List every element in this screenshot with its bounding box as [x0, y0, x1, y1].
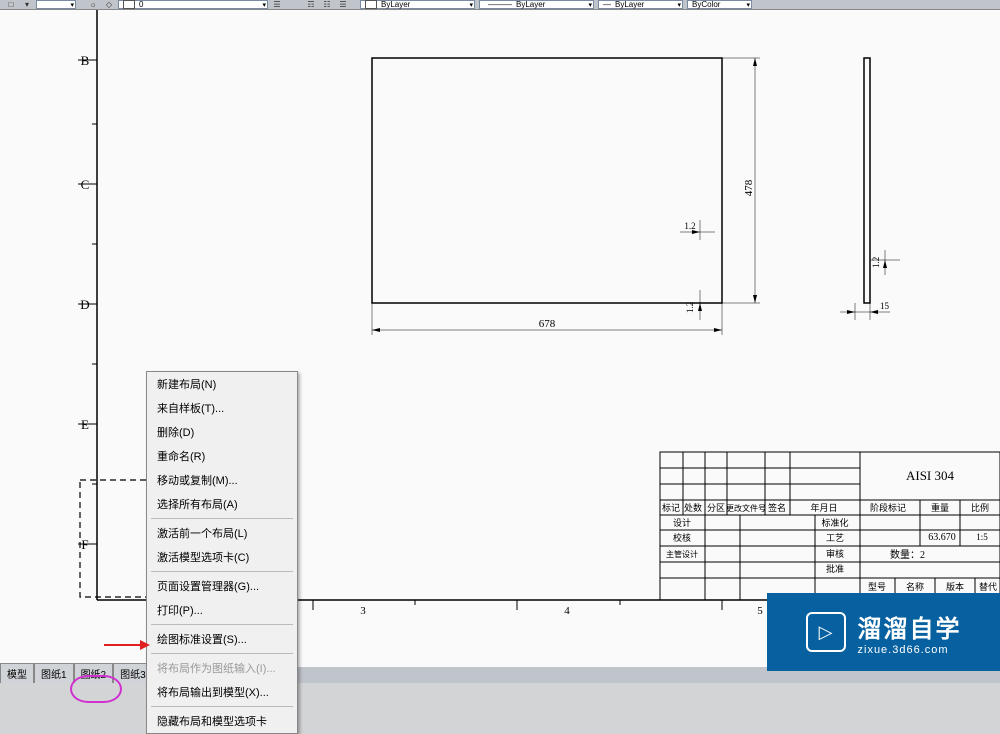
svg-text:AISI 304: AISI 304 — [906, 468, 955, 483]
linetype-dropdown[interactable]: ——— ByLayer — [479, 0, 594, 9]
menu-new-layout[interactable]: 新建布局(N) — [147, 372, 297, 396]
menu-select-all[interactable]: 选择所有布局(A) — [147, 492, 297, 516]
svg-text:1:5: 1:5 — [976, 532, 988, 542]
svg-text:更改文件号: 更改文件号 — [726, 503, 766, 513]
brand-url: zixue.3d66.com — [858, 644, 949, 656]
menu-activate-prev[interactable]: 激活前一个布局(L) — [147, 521, 297, 545]
dim-width: 678 — [539, 318, 556, 330]
color-swatch — [365, 0, 377, 9]
svg-text:标准化: 标准化 — [821, 517, 848, 528]
dashed-outline — [80, 480, 147, 597]
menu-page-setup[interactable]: 页面设置管理器(G)... — [147, 574, 297, 598]
layer-icon[interactable]: ☼ — [86, 0, 100, 9]
tab-sheet2[interactable]: 图纸2 — [74, 663, 114, 683]
svg-text:名称: 名称 — [906, 581, 924, 592]
color-swatch — [123, 0, 135, 9]
row-label: C — [81, 177, 90, 192]
svg-text:审核: 审核 — [826, 548, 844, 559]
menu-rename[interactable]: 重命名(R) — [147, 444, 297, 468]
svg-text:版本: 版本 — [946, 581, 964, 592]
menu-move-copy[interactable]: 移动或复制(M)... — [147, 468, 297, 492]
tool-icon[interactable]: □ — [4, 0, 18, 9]
layer-dropdown[interactable]: 0 — [118, 0, 268, 9]
svg-text:设计: 设计 — [673, 517, 691, 528]
tool-icon[interactable]: ▾ — [20, 0, 34, 9]
top-toolbar: □ ▾ ☼ ◇ 0 ☰ ☶ ☷ ☰ ByLayer ——— ByLayer — … — [0, 0, 1000, 10]
layer-name: 0 — [139, 0, 143, 9]
menu-separator — [151, 518, 293, 519]
svg-text:工艺: 工艺 — [826, 533, 844, 543]
layer-icon[interactable]: ◇ — [102, 0, 116, 9]
brand-overlay: ▷ 溜溜自学 zixue.3d66.com — [767, 593, 1000, 671]
menu-separator — [151, 624, 293, 625]
main-rect — [372, 58, 722, 303]
svg-text:校核: 校核 — [673, 532, 691, 543]
svg-text:比例: 比例 — [971, 502, 989, 513]
svg-text:标记: 标记 — [662, 502, 680, 513]
dim-thick: 1.2 — [685, 302, 695, 313]
side-rect — [864, 58, 870, 303]
row-label: F — [81, 537, 88, 552]
svg-text:年月日: 年月日 — [810, 502, 837, 513]
tool-icon[interactable]: ☰ — [270, 0, 284, 9]
menu-hide-tabs[interactable]: 隐藏布局和模型选项卡 — [147, 709, 297, 733]
brand-name: 溜溜自学 — [858, 609, 962, 644]
dim-fifteen: 15 — [880, 301, 890, 311]
dim-thick: 1.2 — [871, 257, 881, 268]
plotstyle-dropdown[interactable]: ByColor — [687, 0, 752, 9]
tab-sheet1[interactable]: 图纸1 — [34, 663, 74, 683]
dd-label: ByColor — [692, 0, 720, 9]
menu-delete[interactable]: 删除(D) — [147, 420, 297, 444]
small-dropdown[interactable] — [36, 0, 76, 9]
tab-model[interactable]: 模型 — [0, 663, 34, 683]
menu-separator — [151, 653, 293, 654]
row-label: D — [80, 297, 89, 312]
tool-icon[interactable]: ☶ — [304, 0, 318, 9]
svg-text:63.670: 63.670 — [928, 532, 956, 543]
menu-export-model[interactable]: 将布局输出到模型(X)... — [147, 680, 297, 704]
svg-text:阶段标记: 阶段标记 — [870, 502, 906, 513]
red-arrow-annotation — [102, 638, 150, 652]
menu-from-template[interactable]: 来自样板(T)... — [147, 396, 297, 420]
svg-text:处数: 处数 — [684, 502, 702, 513]
col-label: 4 — [564, 605, 570, 617]
svg-text:主管设计: 主管设计 — [666, 549, 698, 559]
menu-separator — [151, 571, 293, 572]
layout-context-menu: 新建布局(N) 来自样板(T)... 删除(D) 重命名(R) 移动或复制(M)… — [146, 371, 298, 734]
menu-import-sheet: 将布局作为图纸输入(I)... — [147, 656, 297, 680]
svg-text:替代: 替代 — [979, 581, 997, 592]
tool-icon[interactable]: ☷ — [320, 0, 334, 9]
dim-height: 478 — [743, 179, 755, 196]
col-label: 3 — [360, 605, 366, 617]
menu-print[interactable]: 打印(P)... — [147, 598, 297, 622]
dd-label: ByLayer — [516, 0, 545, 9]
play-icon: ▷ — [806, 612, 846, 652]
tool-icon[interactable]: ☰ — [336, 0, 350, 9]
menu-activate-model[interactable]: 激活模型选项卡(C) — [147, 545, 297, 569]
col-label: 5 — [757, 605, 763, 617]
row-label: B — [81, 53, 90, 68]
dd-label: ByLayer — [615, 0, 644, 9]
title-block: AISI 304 标记 处数 分区 更改文件号 签名 年月日 设计 标准化 校核… — [660, 452, 1000, 600]
color-dropdown[interactable]: ByLayer — [360, 0, 475, 9]
dd-label: ByLayer — [381, 0, 410, 9]
menu-draw-std[interactable]: 绘图标准设置(S)... — [147, 627, 297, 651]
svg-text:签名: 签名 — [768, 502, 786, 513]
row-label: E — [81, 417, 89, 432]
svg-text:数量：2: 数量：2 — [890, 548, 925, 561]
svg-text:批准: 批准 — [826, 563, 844, 574]
svg-text:分区: 分区 — [707, 503, 725, 513]
svg-text:重量: 重量 — [931, 502, 949, 513]
lineweight-dropdown[interactable]: — ByLayer — [598, 0, 683, 9]
dim-thick: 1.2 — [684, 221, 695, 231]
svg-text:型号: 型号 — [868, 582, 886, 592]
menu-separator — [151, 706, 293, 707]
